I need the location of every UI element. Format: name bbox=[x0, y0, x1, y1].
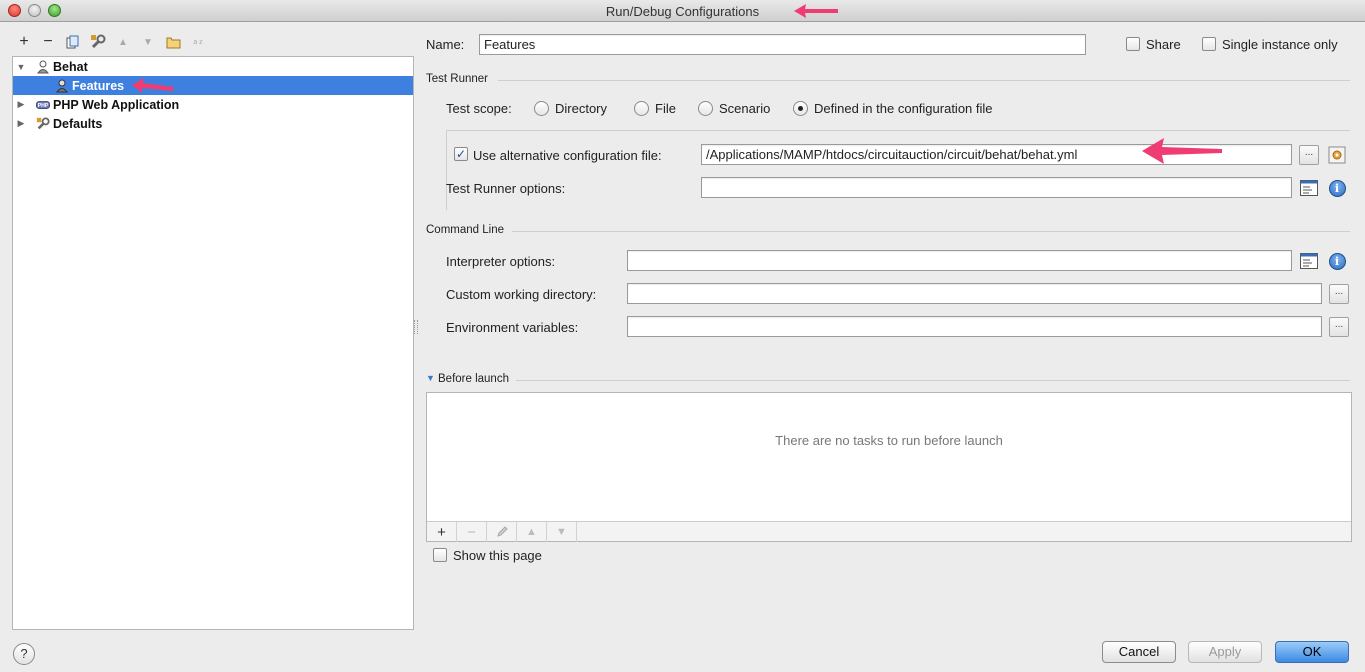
alt-config-checkbox[interactable]: ✓ bbox=[454, 147, 468, 161]
annotation-arrow-features bbox=[132, 78, 174, 93]
tree-item-php-web-application[interactable]: ▶ PHP PHP Web Application bbox=[13, 95, 413, 114]
panel-splitter[interactable] bbox=[414, 320, 418, 334]
remove-task-button[interactable]: − bbox=[457, 522, 487, 542]
single-instance-checkbox[interactable] bbox=[1202, 37, 1216, 51]
section-divider bbox=[498, 80, 1350, 81]
sort-icon: a z bbox=[193, 38, 203, 46]
copy-configuration-button[interactable] bbox=[64, 32, 82, 52]
name-field[interactable]: Features bbox=[479, 34, 1086, 55]
section-divider bbox=[512, 231, 1350, 232]
expand-interpreter-options-button[interactable] bbox=[1299, 251, 1319, 271]
scope-file-radio[interactable] bbox=[634, 101, 649, 116]
section-divider bbox=[516, 380, 1350, 381]
move-task-up-button[interactable]: ▲ bbox=[517, 522, 547, 542]
edit-task-button[interactable] bbox=[487, 522, 517, 542]
ok-button[interactable]: OK bbox=[1275, 641, 1349, 663]
php-icon: PHP bbox=[36, 98, 50, 112]
share-label: Share bbox=[1146, 37, 1181, 52]
scope-scenario-radio[interactable] bbox=[698, 101, 713, 116]
scope-config-file-radio[interactable] bbox=[793, 101, 808, 116]
sort-button[interactable]: a z bbox=[189, 32, 207, 52]
tree-item-features[interactable]: Features bbox=[13, 76, 413, 95]
open-config-button[interactable] bbox=[1327, 145, 1347, 165]
group-left-border bbox=[446, 130, 447, 210]
add-configuration-button[interactable]: + bbox=[15, 32, 33, 52]
move-up-button[interactable]: ▲ bbox=[114, 32, 132, 52]
expand-arrow-icon[interactable]: ▼ bbox=[15, 62, 27, 72]
behat-icon bbox=[36, 60, 50, 74]
interpreter-options-label: Interpreter options: bbox=[446, 254, 556, 269]
wrench-icon bbox=[36, 116, 50, 131]
scope-directory-radio[interactable] bbox=[534, 101, 549, 116]
expand-arrow-icon[interactable]: ▶ bbox=[15, 118, 27, 129]
cancel-button[interactable]: Cancel bbox=[1102, 641, 1176, 663]
behat-config-icon bbox=[55, 79, 69, 93]
move-task-down-button[interactable]: ▼ bbox=[547, 522, 577, 542]
info-icon: i bbox=[1328, 179, 1346, 197]
command-line-section-title: Command Line bbox=[426, 224, 504, 236]
create-folder-button[interactable] bbox=[164, 32, 182, 52]
test-scope-label: Test scope: bbox=[446, 101, 512, 116]
interpreter-options-field[interactable] bbox=[627, 250, 1292, 271]
group-top-border bbox=[446, 130, 1350, 131]
window-title: Run/Debug Configurations bbox=[605, 4, 760, 19]
working-directory-field[interactable] bbox=[627, 283, 1322, 304]
tree-item-label: Defaults bbox=[53, 116, 103, 131]
info-icon: i bbox=[1328, 252, 1346, 270]
copy-icon bbox=[66, 35, 79, 48]
test-runner-section-title: Test Runner bbox=[426, 73, 489, 85]
remove-configuration-button[interactable]: − bbox=[39, 32, 57, 52]
empty-task-message: There are no tasks to run before launch bbox=[775, 433, 1003, 448]
expand-runner-options-button[interactable] bbox=[1299, 178, 1319, 198]
folder-icon bbox=[166, 37, 180, 48]
browse-config-button[interactable]: ... bbox=[1299, 145, 1319, 165]
tree-item-defaults[interactable]: ▶ Defaults bbox=[13, 114, 413, 133]
interpreter-info-button[interactable]: i bbox=[1327, 251, 1347, 271]
working-directory-label: Custom working directory: bbox=[446, 287, 597, 302]
scope-file-label: File bbox=[655, 101, 676, 116]
annotation-arrow-title bbox=[794, 4, 838, 18]
svg-text:PHP: PHP bbox=[38, 103, 49, 109]
name-label: Name: bbox=[426, 37, 465, 52]
browse-working-directory-button[interactable]: ... bbox=[1329, 284, 1349, 304]
title-bar: Run/Debug Configurations bbox=[0, 0, 1365, 22]
config-file-icon bbox=[1328, 146, 1346, 164]
scope-config-file-label: Defined in the configuration file bbox=[814, 101, 993, 116]
add-task-button[interactable]: + bbox=[427, 522, 457, 542]
runner-options-label: Test Runner options: bbox=[446, 181, 566, 196]
help-button[interactable]: ? bbox=[13, 643, 35, 665]
environment-variables-field[interactable] bbox=[627, 316, 1322, 337]
wrench-icon bbox=[91, 34, 106, 49]
environment-variables-label: Environment variables: bbox=[446, 320, 579, 335]
show-this-page-label: Show this page bbox=[453, 548, 542, 563]
expand-editor-icon bbox=[1300, 180, 1318, 196]
expand-arrow-icon[interactable]: ▶ bbox=[15, 99, 27, 110]
before-launch-task-list[interactable]: There are no tasks to run before launch … bbox=[426, 392, 1352, 542]
tree-item-behat[interactable]: ▼ Behat bbox=[13, 57, 413, 76]
share-checkbox[interactable] bbox=[1126, 37, 1140, 51]
edit-environment-variables-button[interactable]: ... bbox=[1329, 317, 1349, 337]
pencil-icon bbox=[496, 526, 508, 537]
show-this-page-checkbox[interactable] bbox=[433, 548, 447, 562]
runner-options-field[interactable] bbox=[701, 177, 1292, 198]
apply-button[interactable]: Apply bbox=[1188, 641, 1262, 663]
scope-scenario-label: Scenario bbox=[719, 101, 771, 116]
edit-defaults-button[interactable] bbox=[89, 32, 107, 52]
alt-config-label: Use alternative configuration file: bbox=[473, 148, 662, 163]
move-down-button[interactable]: ▼ bbox=[139, 32, 157, 52]
single-instance-label: Single instance only bbox=[1222, 37, 1338, 52]
before-launch-toolbar: + − ▲ ▼ bbox=[427, 521, 1351, 542]
runner-options-info-button[interactable]: i bbox=[1327, 178, 1347, 198]
tree-item-label: Features bbox=[72, 78, 125, 93]
before-launch-title: Before launch bbox=[438, 373, 509, 385]
tree-item-label: PHP Web Application bbox=[53, 97, 180, 112]
tree-item-label: Behat bbox=[53, 59, 88, 74]
configuration-tree[interactable]: ▼ Behat Features ▶ PHP PHP Web Applicati… bbox=[12, 56, 414, 630]
collapse-arrow-icon[interactable]: ▼ bbox=[426, 373, 435, 383]
annotation-arrow-config-path bbox=[1142, 138, 1222, 164]
expand-editor-icon bbox=[1300, 253, 1318, 269]
scope-directory-label: Directory bbox=[555, 101, 608, 116]
